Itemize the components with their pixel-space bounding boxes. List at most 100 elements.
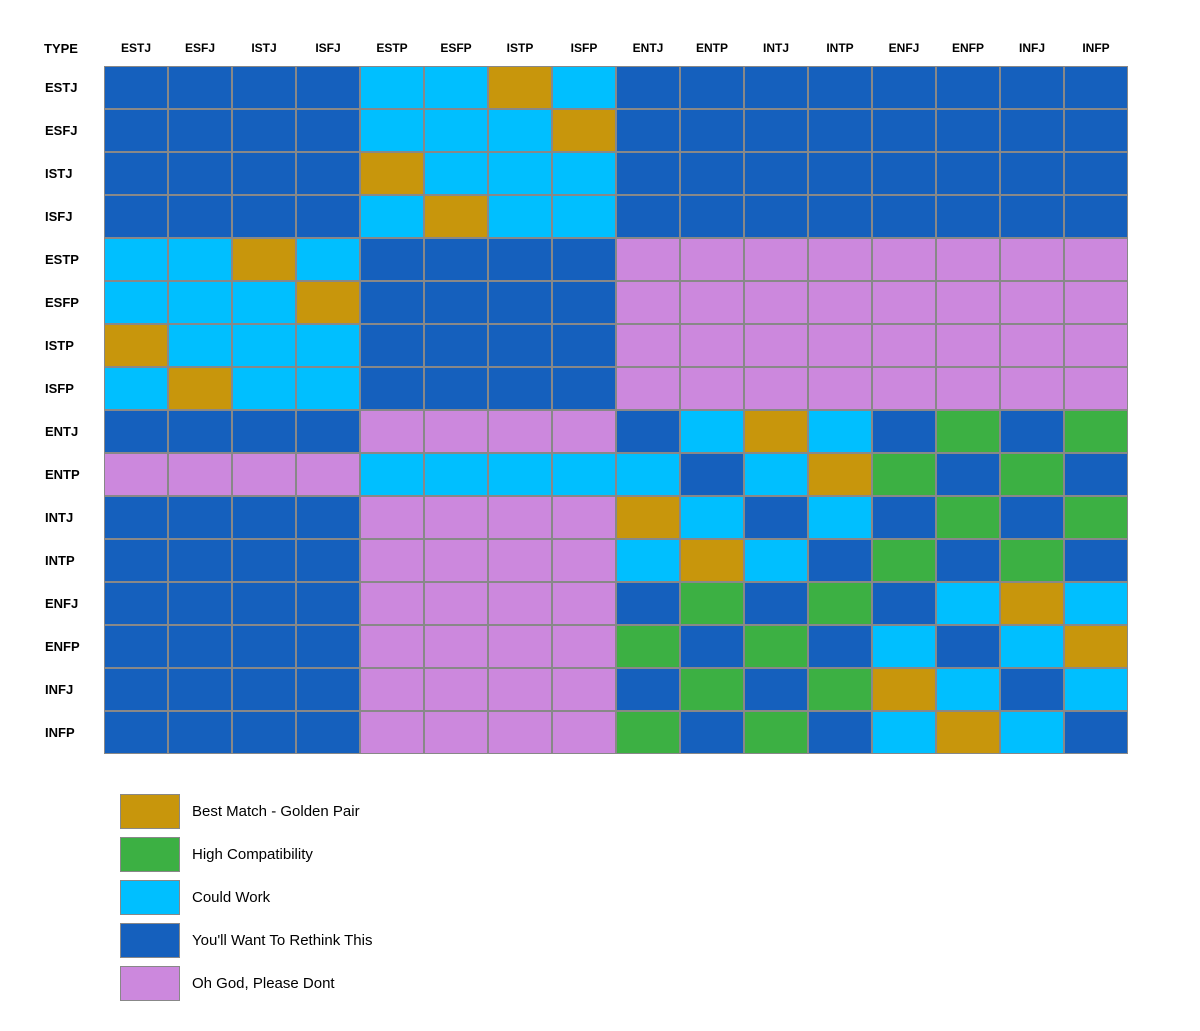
grid-cell	[680, 109, 744, 152]
grid-cell	[744, 367, 808, 410]
grid-cell	[488, 367, 552, 410]
grid-cell	[488, 152, 552, 195]
grid-cell	[1000, 281, 1064, 324]
grid-cell	[680, 66, 744, 109]
grid-cell	[872, 109, 936, 152]
grid-cell	[168, 109, 232, 152]
table-row: ESFP	[40, 281, 1128, 324]
legend-swatch-dkblue	[120, 923, 180, 958]
grid-cell	[104, 582, 168, 625]
table-row: INFP	[40, 711, 1128, 754]
grid-cell	[104, 496, 168, 539]
grid-cell	[1000, 152, 1064, 195]
grid-cell	[488, 711, 552, 754]
grid-cell	[424, 410, 488, 453]
grid-cell	[936, 625, 1000, 668]
legend-label: You'll Want To Rethink This	[192, 932, 372, 949]
legend-swatch-ltblue	[120, 880, 180, 915]
grid-cell	[680, 410, 744, 453]
grid-cell	[552, 152, 616, 195]
grid-cell	[360, 453, 424, 496]
grid-cell	[872, 539, 936, 582]
grid-cell	[936, 324, 1000, 367]
grid-cell	[232, 539, 296, 582]
grid-cell	[1000, 668, 1064, 711]
grid-cell	[616, 410, 680, 453]
col-header-entp: ENTP	[680, 30, 744, 66]
grid-cell	[360, 496, 424, 539]
grid-cell	[680, 281, 744, 324]
grid-cell	[1064, 195, 1128, 238]
legend-swatch-gold	[120, 794, 180, 829]
grid-cell	[1064, 711, 1128, 754]
grid-cell	[936, 367, 1000, 410]
grid-cell	[488, 496, 552, 539]
table-row: ESFJ	[40, 109, 1128, 152]
grid-cell	[1064, 668, 1128, 711]
grid-cell	[104, 109, 168, 152]
grid-cell	[552, 410, 616, 453]
grid-cell	[296, 711, 360, 754]
grid-cell	[680, 539, 744, 582]
legend-label: Could Work	[192, 889, 270, 906]
grid-cell	[680, 668, 744, 711]
grid-cell	[1064, 496, 1128, 539]
grid-cell	[552, 238, 616, 281]
grid-cell	[872, 496, 936, 539]
grid-cell	[1000, 410, 1064, 453]
grid-cell	[872, 582, 936, 625]
grid-cell	[1064, 453, 1128, 496]
grid-cell	[232, 66, 296, 109]
grid-cell	[552, 539, 616, 582]
legend-item: Best Match - Golden Pair	[120, 794, 372, 829]
grid-cell	[168, 410, 232, 453]
grid-cell	[488, 281, 552, 324]
grid-cell	[808, 324, 872, 367]
grid-cell	[1064, 410, 1128, 453]
grid-cell	[1064, 66, 1128, 109]
grid-cell	[1064, 324, 1128, 367]
grid-cell	[552, 109, 616, 152]
grid-cell	[104, 367, 168, 410]
grid-cell	[936, 668, 1000, 711]
col-header-enfp: ENFP	[936, 30, 1000, 66]
grid-cell	[744, 582, 808, 625]
grid-cell	[872, 711, 936, 754]
grid-cell	[744, 109, 808, 152]
grid-cell	[744, 453, 808, 496]
grid-cell	[872, 152, 936, 195]
grid-cell	[616, 109, 680, 152]
grid-cell	[1000, 582, 1064, 625]
grid-cell	[488, 238, 552, 281]
grid-cell	[872, 625, 936, 668]
legend-item: Oh God, Please Dont	[120, 966, 372, 1001]
row-label-entp: ENTP	[40, 453, 104, 496]
grid-cell	[744, 152, 808, 195]
grid-cell	[616, 453, 680, 496]
table-row: ISFP	[40, 367, 1128, 410]
row-label-estj: ESTJ	[40, 66, 104, 109]
table-row: ISTP	[40, 324, 1128, 367]
grid-cell	[488, 324, 552, 367]
grid-cell	[296, 152, 360, 195]
grid-cell	[872, 453, 936, 496]
grid-cell	[1064, 539, 1128, 582]
grid-cell	[616, 324, 680, 367]
grid-cell	[488, 109, 552, 152]
grid-cell	[936, 453, 1000, 496]
grid-cell	[616, 668, 680, 711]
grid-cell	[104, 625, 168, 668]
col-header-entj: ENTJ	[616, 30, 680, 66]
grid-cell	[872, 66, 936, 109]
grid-cell	[680, 711, 744, 754]
legend-label: Oh God, Please Dont	[192, 975, 335, 992]
grid-cell	[424, 582, 488, 625]
grid-cell	[1064, 281, 1128, 324]
grid-cell	[296, 453, 360, 496]
grid-cell	[1000, 367, 1064, 410]
grid-cell	[296, 367, 360, 410]
grid-cell	[808, 625, 872, 668]
grid-cell	[1064, 367, 1128, 410]
row-label-enfp: ENFP	[40, 625, 104, 668]
col-header-infj: INFJ	[1000, 30, 1064, 66]
